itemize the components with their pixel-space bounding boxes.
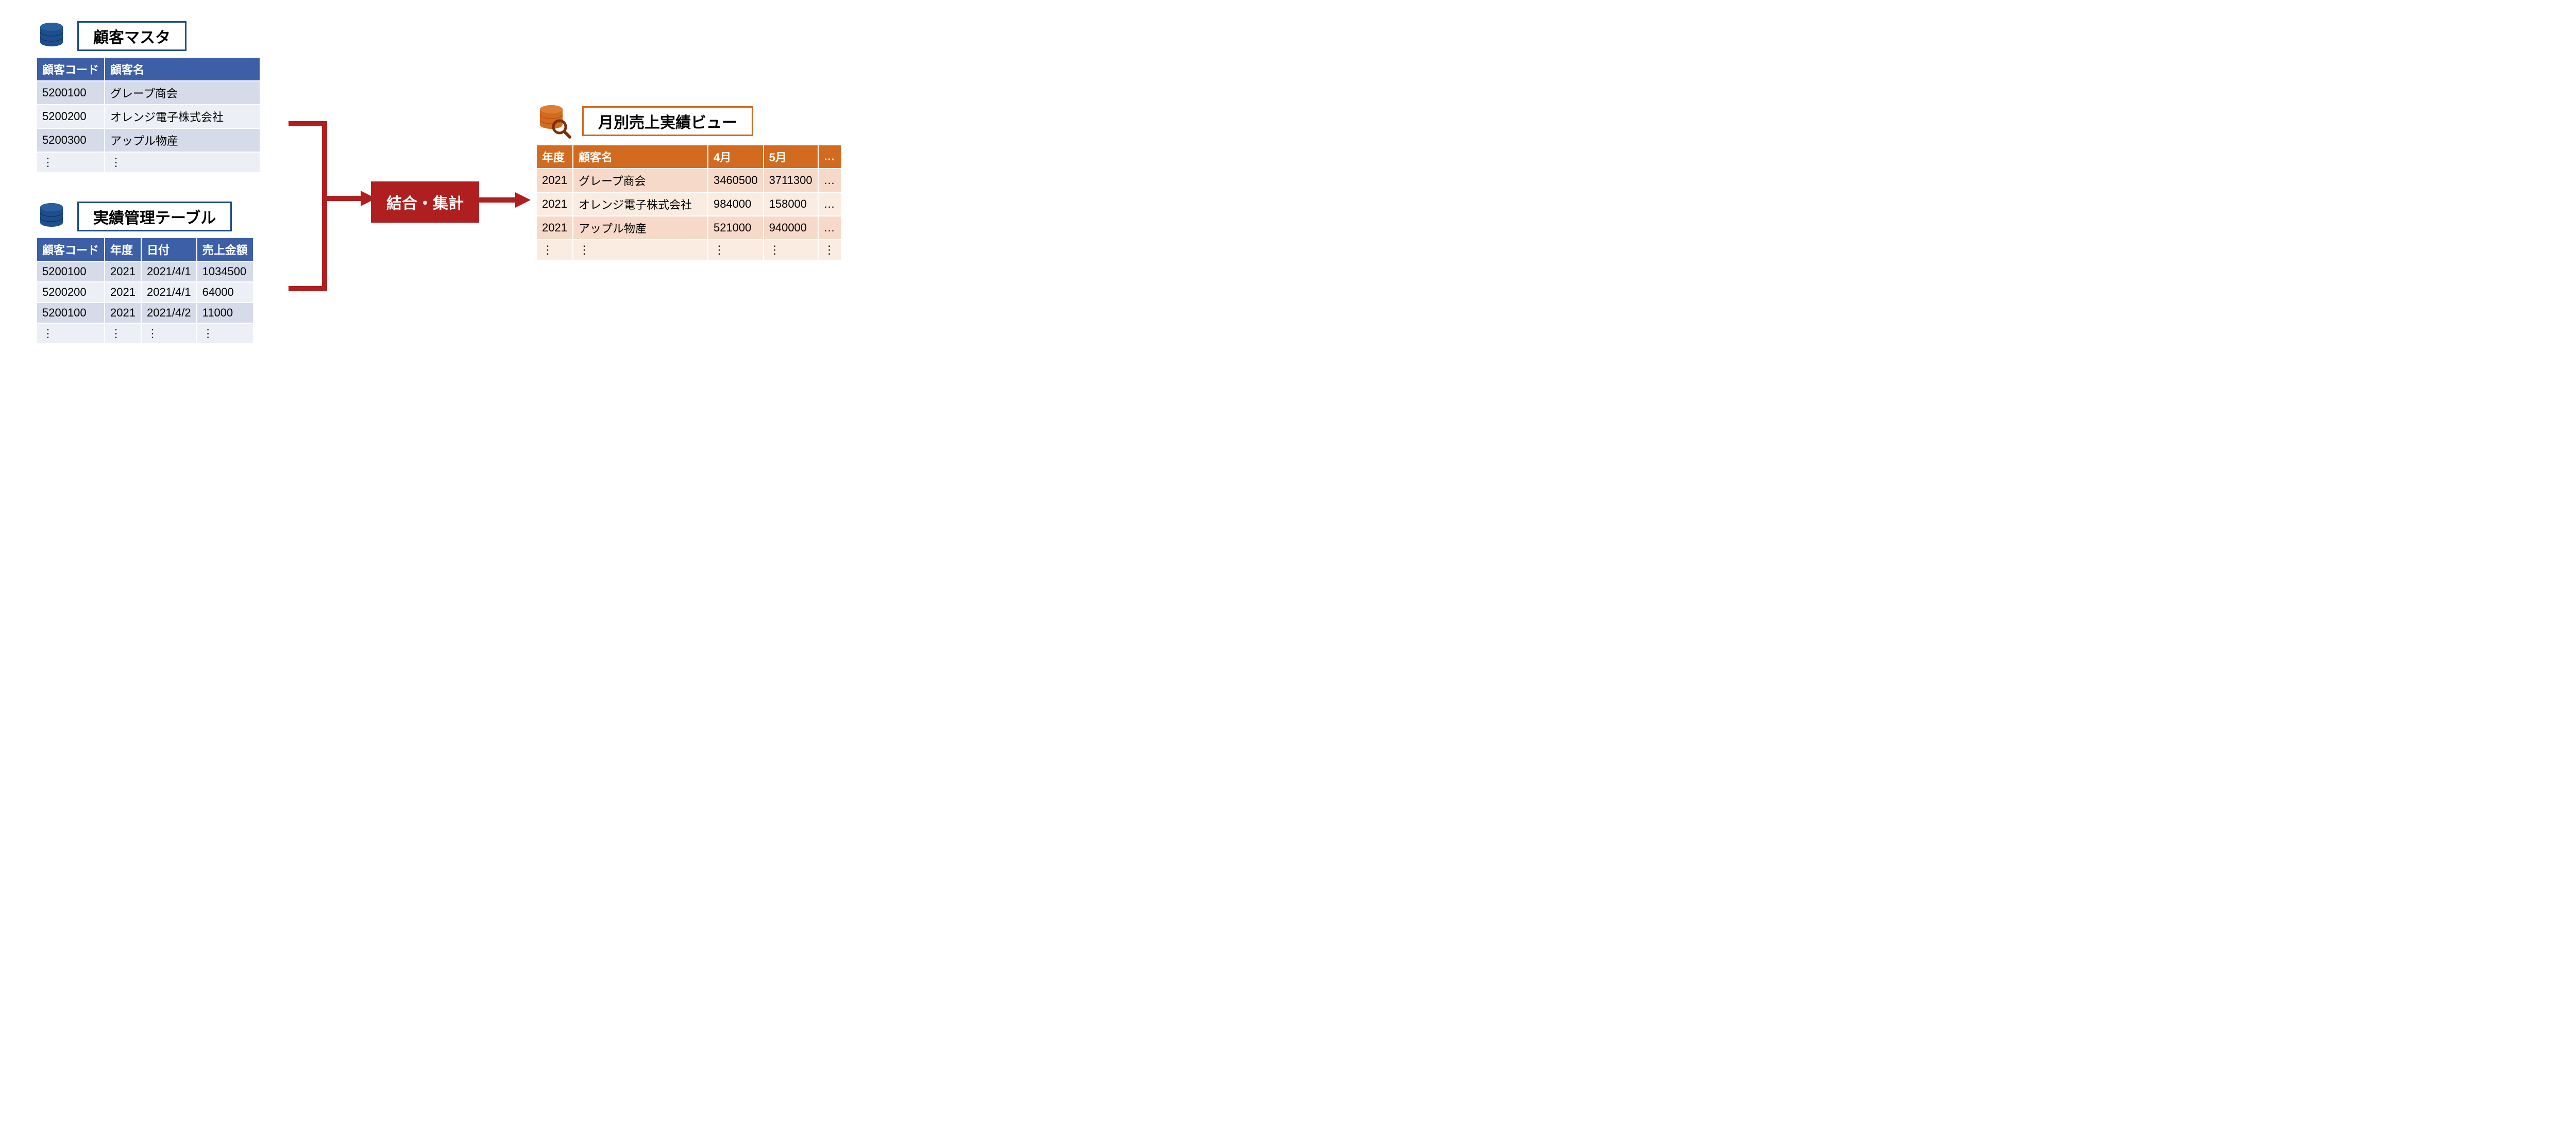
col-header: … [818, 145, 842, 169]
results-table-title: 実績管理テーブル [77, 202, 232, 231]
col-header: 5月 [764, 145, 818, 169]
col-header: 顧客コード [37, 57, 105, 81]
results-table-group: 実績管理テーブル 顧客コード 年度 日付 売上金額 52001002021202… [36, 201, 254, 344]
customer-master-group: 顧客マスタ 顧客コード 顧客名 5200100グレープ商会 5200200オレン… [36, 21, 261, 173]
col-header: 日付 [141, 238, 197, 261]
col-header: 顧客コード [37, 238, 105, 261]
table-row: 2021グレープ商会34605003711300… [536, 169, 842, 192]
monthly-view-title: 月別売上実績ビュー [582, 106, 753, 136]
table-row: 2021オレンジ電子株式会社984000158000… [536, 192, 842, 216]
customer-master-table: 顧客コード 顧客名 5200100グレープ商会 5200200オレンジ電子株式会… [36, 57, 261, 173]
table-row: 520020020212021/4/164000 [37, 282, 253, 303]
table-row: 5200200オレンジ電子株式会社 [37, 105, 260, 128]
arrow-right [479, 188, 536, 214]
diagram-canvas: 顧客マスタ 顧客コード 顧客名 5200100グレープ商会 5200200オレン… [21, 21, 896, 376]
table-row: 2021アップル物産521000940000… [536, 216, 842, 240]
col-header: 年度 [105, 238, 141, 261]
monthly-view-group: 月別売上実績ビュー 年度 顧客名 4月 5月 … 2021グレープ商会34605… [536, 103, 842, 261]
merge-aggregate-box: 結合・集計 [371, 181, 479, 223]
table-row: 5200100グレープ商会 [37, 81, 260, 105]
merge-label: 結合・集計 [371, 181, 479, 223]
table-row: 520010020212021/4/211000 [37, 303, 253, 323]
table-row: ⋮⋮ [37, 152, 260, 173]
col-header: 年度 [536, 145, 573, 169]
database-icon [36, 201, 67, 232]
customer-master-title: 顧客マスタ [77, 21, 187, 51]
table-row: 520010020212021/4/11034500 [37, 261, 253, 282]
table-row: 5200300アップル物産 [37, 128, 260, 152]
col-header: 売上金額 [197, 238, 253, 261]
monthly-view-table: 年度 顧客名 4月 5月 … 2021グレープ商会34605003711300…… [536, 144, 842, 261]
database-icon [36, 21, 67, 52]
table-row: ⋮⋮⋮⋮⋮ [536, 240, 842, 260]
table-row: ⋮⋮⋮⋮ [37, 323, 253, 344]
col-header: 4月 [708, 145, 764, 169]
database-search-icon [536, 103, 572, 139]
col-header: 顧客名 [573, 145, 708, 169]
col-header: 顧客名 [105, 57, 260, 81]
results-table: 顧客コード 年度 日付 売上金額 520010020212021/4/11034… [36, 237, 254, 344]
